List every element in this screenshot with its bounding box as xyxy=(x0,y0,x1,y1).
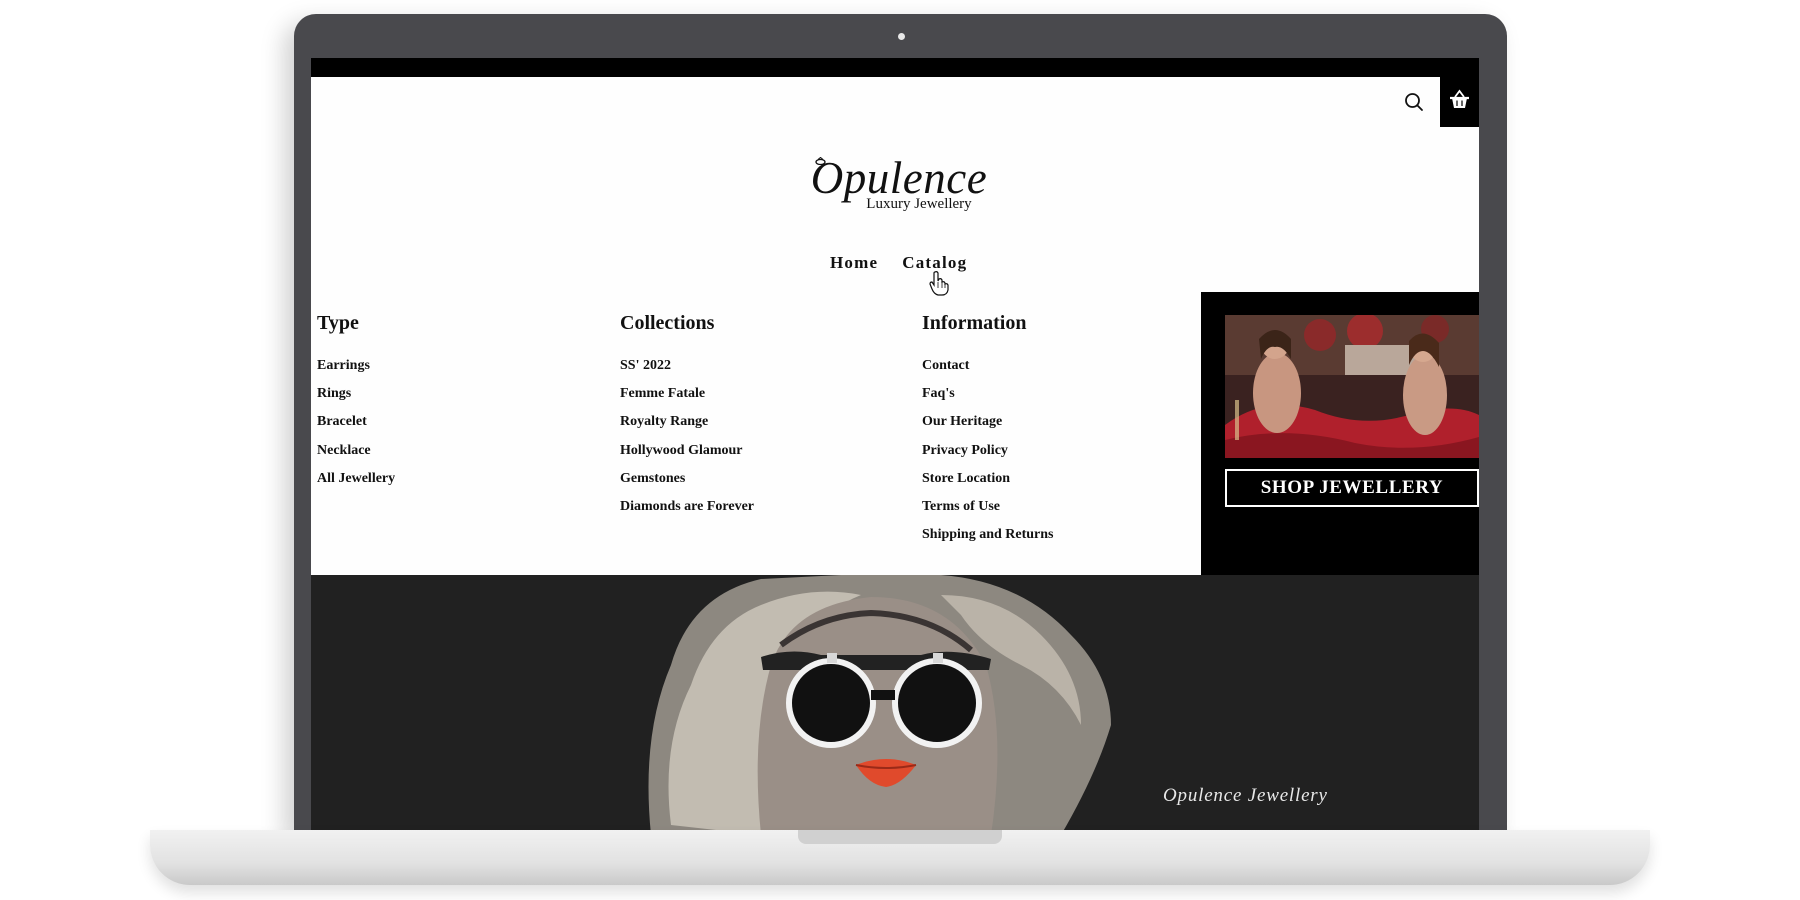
basket-icon xyxy=(1450,89,1469,108)
announcement-bar xyxy=(311,58,1479,77)
nav-home[interactable]: Home xyxy=(830,253,878,273)
search-button[interactable] xyxy=(1403,91,1425,113)
menu-link-terms-of-use[interactable]: Terms of Use xyxy=(922,493,1054,521)
search-icon xyxy=(1405,93,1423,111)
hero-image xyxy=(648,575,1111,835)
website: Opulence Luxury Jewellery Home Catalog T… xyxy=(311,77,1479,835)
menu-link-our-heritage[interactable]: Our Heritage xyxy=(922,408,1054,436)
menu-link-bracelet[interactable]: Bracelet xyxy=(317,408,395,436)
menu-link-shipping-returns[interactable]: Shipping and Returns xyxy=(922,521,1054,549)
menu-link-gemstones[interactable]: Gemstones xyxy=(620,465,754,493)
ring-icon xyxy=(815,157,826,165)
shop-jewellery-button[interactable]: SHOP JEWELLERY xyxy=(1225,469,1479,507)
menu-link-ss2022[interactable]: SS' 2022 xyxy=(620,352,754,380)
menu-link-contact[interactable]: Contact xyxy=(922,352,1054,380)
laptop-screen: Opulence Luxury Jewellery Home Catalog T… xyxy=(311,58,1479,835)
menu-heading-type: Type xyxy=(317,312,359,334)
menu-list-type: Earrings Rings Bracelet Necklace All Jew… xyxy=(317,352,395,493)
menu-heading-collections: Collections xyxy=(620,312,715,334)
menu-link-privacy-policy[interactable]: Privacy Policy xyxy=(922,437,1054,465)
menu-heading-information: Information xyxy=(922,312,1027,334)
menu-link-earrings[interactable]: Earrings xyxy=(317,352,395,380)
hero-eyebrow: Opulence Jewellery xyxy=(1163,785,1328,806)
menu-list-information: Contact Faq's Our Heritage Privacy Polic… xyxy=(922,352,1054,549)
catalog-mega-menu: Type Earrings Rings Bracelet Necklace Al… xyxy=(311,292,1201,575)
site-logo[interactable]: Opulence Luxury Jewellery xyxy=(799,155,999,225)
menu-link-necklace[interactable]: Necklace xyxy=(317,437,395,465)
menu-promo-panel: SHOP JEWELLERY xyxy=(1201,292,1479,575)
menu-list-collections: SS' 2022 Femme Fatale Royalty Range Holl… xyxy=(620,352,754,521)
hero-banner: Opulence Jewellery xyxy=(311,575,1479,835)
menu-column-information: Information Contact Faq's Our Heritage P… xyxy=(922,312,1054,549)
webcam xyxy=(898,33,905,40)
menu-link-royalty-range[interactable]: Royalty Range xyxy=(620,408,754,436)
menu-link-all-jewellery[interactable]: All Jewellery xyxy=(317,465,395,493)
menu-link-rings[interactable]: Rings xyxy=(317,380,395,408)
menu-link-hollywood-glamour[interactable]: Hollywood Glamour xyxy=(620,437,754,465)
menu-column-type: Type Earrings Rings Bracelet Necklace Al… xyxy=(317,312,395,493)
menu-column-collections: Collections SS' 2022 Femme Fatale Royalt… xyxy=(620,312,754,521)
menu-link-store-location[interactable]: Store Location xyxy=(922,465,1054,493)
laptop-notch xyxy=(798,830,1002,844)
laptop-mockup: Opulence Luxury Jewellery Home Catalog T… xyxy=(0,0,1800,900)
menu-link-femme-fatale[interactable]: Femme Fatale xyxy=(620,380,754,408)
logo-title: Opulence xyxy=(810,153,988,203)
menu-link-faqs[interactable]: Faq's xyxy=(922,380,1054,408)
cart-button[interactable] xyxy=(1440,77,1479,127)
hand-cursor-icon xyxy=(929,271,949,296)
menu-link-diamonds[interactable]: Diamonds are Forever xyxy=(620,493,754,521)
promo-image[interactable] xyxy=(1225,315,1479,458)
